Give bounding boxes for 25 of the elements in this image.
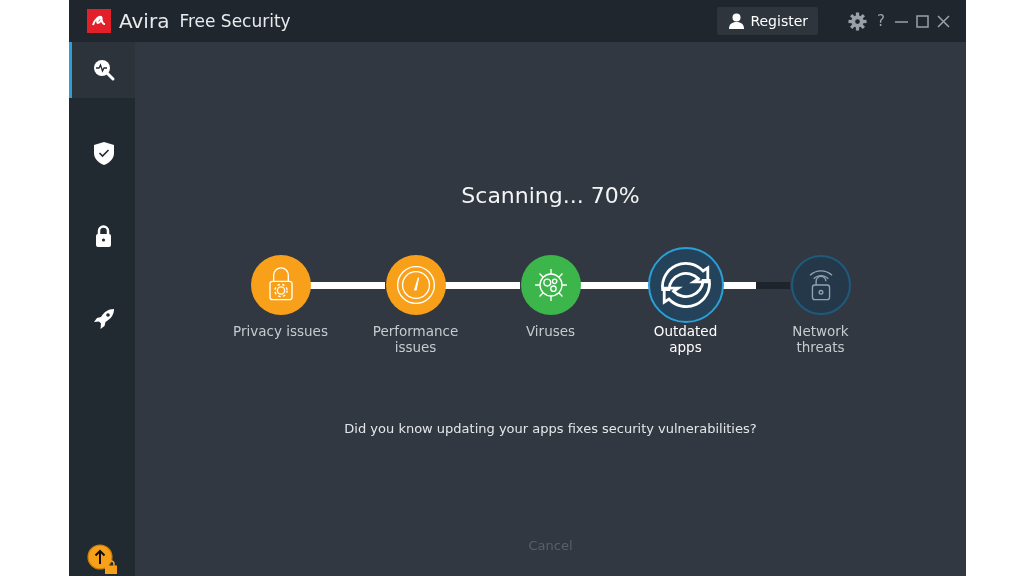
- padlock-icon: [95, 225, 112, 247]
- tip-text: Did you know updating your apps fixes security vulnerabilities?: [344, 421, 757, 436]
- settings-button[interactable]: [848, 14, 868, 28]
- scan-icon: [91, 58, 116, 82]
- register-button[interactable]: Register: [717, 7, 819, 35]
- step-label: Performance issues: [371, 323, 460, 355]
- step-label: Outdated apps: [652, 323, 719, 355]
- minimize-icon: [895, 19, 908, 23]
- help-button[interactable]: ?: [875, 12, 887, 30]
- logo-icon: [87, 9, 111, 33]
- rocket-icon: [92, 308, 115, 330]
- step-label: Privacy issues: [232, 323, 329, 339]
- user-icon: [729, 13, 745, 29]
- close-button[interactable]: [937, 14, 950, 28]
- step-label: Viruses: [524, 323, 577, 339]
- product-name: Free Security: [179, 11, 291, 31]
- app-name: Avira: [119, 9, 170, 33]
- sidebar-item[interactable]: [69, 42, 135, 98]
- shield-icon: [93, 141, 114, 165]
- scan-status-heading: Scanning... 70%: [461, 183, 640, 208]
- upgrade-icon[interactable]: [87, 544, 117, 574]
- maximize-icon: [916, 14, 929, 28]
- close-icon: [937, 14, 950, 28]
- step-label: Network threats: [791, 323, 850, 355]
- maximize-button[interactable]: [916, 14, 929, 28]
